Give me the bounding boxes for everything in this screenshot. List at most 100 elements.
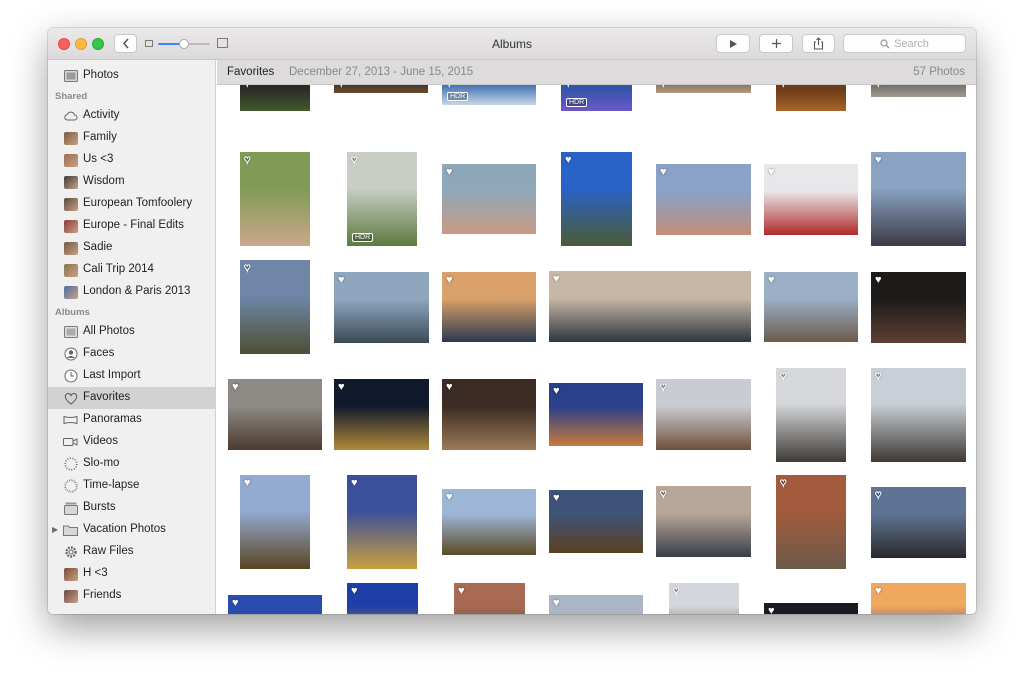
favorite-heart-icon[interactable]: ♥ xyxy=(768,275,775,286)
favorite-heart-outline-icon[interactable]: ♥ xyxy=(244,85,251,89)
favorite-heart-icon[interactable]: ♥ xyxy=(338,382,345,393)
sidebar-item-vacation-photos[interactable]: ▶ Vacation Photos xyxy=(48,519,215,541)
sidebar-item-wisdom[interactable]: Wisdom xyxy=(48,171,215,193)
photo-thumbnail[interactable]: ♥ HDR xyxy=(347,152,417,246)
sidebar-item-last-import[interactable]: Last Import xyxy=(48,365,215,387)
photo-thumbnail[interactable]: ♥ xyxy=(871,272,966,343)
favorite-heart-outline-icon[interactable]: ♥ xyxy=(875,489,882,501)
sidebar-item-faces[interactable]: Faces xyxy=(48,343,215,365)
photo-thumbnail[interactable]: ♥ xyxy=(656,164,751,235)
favorite-heart-outline-icon[interactable]: ♥ xyxy=(338,85,345,89)
search-field[interactable]: Search xyxy=(843,34,966,53)
favorite-heart-icon[interactable]: ♥ xyxy=(875,155,882,166)
sidebar-item-photos[interactable]: Photos xyxy=(48,65,215,87)
photo-thumbnail[interactable]: ♥ xyxy=(871,85,966,97)
favorite-heart-icon[interactable]: ♥ xyxy=(351,478,358,489)
slideshow-button[interactable] xyxy=(716,34,750,53)
photo-thumbnail[interactable]: ♥ xyxy=(228,595,322,614)
photo-thumbnail[interactable]: ♥ xyxy=(240,152,310,246)
sidebar-item-panoramas[interactable]: Panoramas xyxy=(48,409,215,431)
photo-thumbnail[interactable]: ♥ xyxy=(549,271,751,342)
favorite-heart-icon[interactable]: ♥ xyxy=(446,382,453,393)
sidebar-item-bursts[interactable]: Bursts xyxy=(48,497,215,519)
favorite-heart-icon[interactable]: ♥ xyxy=(875,275,882,286)
sidebar-item-cali-trip-2014[interactable]: Cali Trip 2014 xyxy=(48,259,215,281)
photo-thumbnail[interactable]: ♥ xyxy=(656,379,751,450)
favorite-heart-outline-icon[interactable]: ♥ xyxy=(875,85,882,89)
photo-thumbnail[interactable]: ♥ xyxy=(871,368,966,462)
favorite-heart-icon[interactable]: ♥ xyxy=(553,274,560,285)
photo-thumbnail[interactable]: ♥ xyxy=(442,379,536,450)
sidebar-item-europe-final-edits[interactable]: Europe - Final Edits xyxy=(48,215,215,237)
favorite-heart-icon[interactable]: ♥ xyxy=(446,167,453,178)
photo-thumbnail[interactable]: ♥ xyxy=(454,583,525,614)
photo-thumbnail[interactable]: ♥ xyxy=(334,272,429,343)
photo-thumbnail[interactable]: ♥ HDR xyxy=(442,85,536,105)
favorite-heart-outline-icon[interactable]: ♥ xyxy=(446,85,453,89)
sidebar-item-friends[interactable]: Friends xyxy=(48,585,215,607)
photo-thumbnail[interactable]: ♥ xyxy=(776,475,846,569)
sidebar-item-slo-mo[interactable]: Slo-mo xyxy=(48,453,215,475)
photo-thumbnail[interactable]: ♥ xyxy=(549,490,643,553)
sidebar-item-videos[interactable]: Videos xyxy=(48,431,215,453)
favorite-heart-outline-icon[interactable]: ♥ xyxy=(780,85,787,89)
photo-thumbnail[interactable]: ♥ xyxy=(347,583,418,614)
favorite-heart-icon[interactable]: ♥ xyxy=(553,386,560,397)
sidebar-item-sadie[interactable]: Sadie xyxy=(48,237,215,259)
favorite-heart-outline-icon[interactable]: ♥ xyxy=(565,85,572,89)
photo-thumbnail[interactable]: ♥ xyxy=(240,475,310,569)
favorite-heart-outline-icon[interactable]: ♥ xyxy=(351,154,358,166)
photo-thumbnail[interactable]: ♥ xyxy=(656,85,751,93)
favorite-heart-icon[interactable]: ♥ xyxy=(768,167,775,178)
photo-thumbnail[interactable]: ♥ xyxy=(240,85,310,111)
photo-thumbnail[interactable]: ♥ xyxy=(240,260,310,354)
sidebar-item-all-photos[interactable]: All Photos xyxy=(48,321,215,343)
favorite-heart-outline-icon[interactable]: ♥ xyxy=(244,154,251,166)
favorite-heart-icon[interactable]: ♥ xyxy=(768,606,775,615)
share-button[interactable] xyxy=(802,34,835,53)
photo-thumbnail[interactable]: ♥ HDR xyxy=(561,85,632,111)
photo-thumbnail[interactable]: ♥ xyxy=(764,164,858,235)
favorite-heart-icon[interactable]: ♥ xyxy=(875,586,882,597)
favorite-heart-icon[interactable]: ♥ xyxy=(446,492,453,503)
sidebar-item-european-tomfoolery[interactable]: European Tomfoolery xyxy=(48,193,215,215)
photo-thumbnail[interactable]: ♥ xyxy=(776,85,846,111)
favorite-heart-icon[interactable]: ♥ xyxy=(553,493,560,504)
favorite-heart-icon[interactable]: ♥ xyxy=(660,167,667,178)
favorite-heart-icon[interactable]: ♥ xyxy=(351,586,358,597)
photo-thumbnail[interactable]: ♥ xyxy=(561,152,632,246)
photo-thumbnail[interactable]: ♥ xyxy=(442,489,536,555)
sidebar-item-london-paris-2013[interactable]: London & Paris 2013 xyxy=(48,281,215,303)
sidebar-item-favorites[interactable]: Favorites xyxy=(48,387,215,409)
photo-thumbnail[interactable]: ♥ xyxy=(442,272,536,342)
favorite-heart-icon[interactable]: ♥ xyxy=(565,155,572,166)
photo-thumbnail[interactable]: ♥ xyxy=(549,595,643,614)
photo-thumbnail[interactable]: ♥ xyxy=(442,164,536,234)
photo-thumbnail[interactable]: ♥ xyxy=(871,487,966,558)
favorite-heart-icon[interactable]: ♥ xyxy=(338,275,345,286)
favorite-heart-icon[interactable]: ♥ xyxy=(244,478,251,489)
photo-thumbnail[interactable]: ♥ xyxy=(334,379,429,450)
favorite-heart-icon[interactable]: ♥ xyxy=(553,598,560,609)
favorite-heart-outline-icon[interactable]: ♥ xyxy=(780,370,787,382)
photo-thumbnail[interactable]: ♥ xyxy=(871,583,966,614)
disclosure-triangle-icon[interactable]: ▶ xyxy=(52,525,58,534)
favorite-heart-outline-icon[interactable]: ♥ xyxy=(875,370,882,382)
sidebar-item-family[interactable]: Family xyxy=(48,127,215,149)
photo-thumbnail[interactable]: ♥ xyxy=(334,85,428,93)
photo-thumbnail[interactable]: ♥ xyxy=(549,383,643,446)
photo-thumbnail[interactable]: ♥ xyxy=(669,583,739,614)
favorite-heart-outline-icon[interactable]: ♥ xyxy=(660,381,667,393)
sidebar-item-h-3[interactable]: H <3 xyxy=(48,563,215,585)
photo-thumbnail[interactable]: ♥ xyxy=(776,368,846,462)
favorite-heart-icon[interactable]: ♥ xyxy=(446,275,453,286)
photo-thumbnail[interactable]: ♥ xyxy=(656,486,751,557)
add-button[interactable] xyxy=(759,34,793,53)
favorite-heart-outline-icon[interactable]: ♥ xyxy=(673,585,680,597)
photo-thumbnail[interactable]: ♥ xyxy=(764,603,858,614)
favorite-heart-outline-icon[interactable]: ♥ xyxy=(780,477,787,489)
sidebar-item-activity[interactable]: Activity xyxy=(48,105,215,127)
favorite-heart-icon[interactable]: ♥ xyxy=(232,382,239,393)
sidebar-item-us-3[interactable]: Us <3 xyxy=(48,149,215,171)
favorite-heart-outline-icon[interactable]: ♥ xyxy=(660,488,667,500)
